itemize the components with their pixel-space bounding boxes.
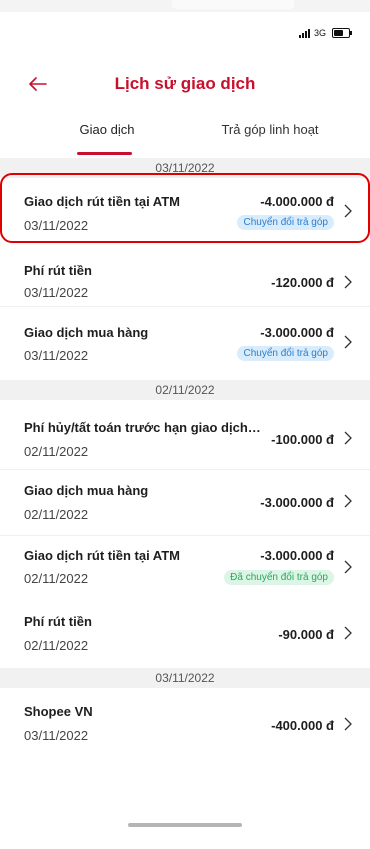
chevron-right-icon — [342, 203, 354, 219]
status-bar: 3G — [298, 27, 352, 39]
top-strip — [0, 0, 370, 12]
signal-icon — [298, 28, 310, 38]
transaction-amount: -3.000.000 đ — [260, 548, 334, 563]
transaction-amount: -90.000 đ — [278, 627, 334, 642]
transaction-title: Phí rút tiền — [24, 263, 92, 278]
transaction-date: 02/11/2022 — [24, 444, 89, 459]
installment-badge[interactable]: Chuyển đổi trả góp — [237, 346, 334, 361]
chevron-right-icon — [342, 625, 354, 641]
transaction-date: 03/11/2022 — [24, 285, 89, 300]
chevron-right-icon — [342, 716, 354, 732]
transaction-amount: -100.000 đ — [271, 432, 334, 447]
transaction-row[interactable]: Phí hủy/tất toán trước hạn giao dịch tr.… — [0, 400, 370, 470]
header: Lịch sử giao dịch — [0, 64, 370, 104]
transaction-date: 03/11/2022 — [24, 218, 89, 233]
tab-bar: Giao dịch Trả góp linh hoạt — [0, 112, 370, 159]
transaction-date: 02/11/2022 — [24, 638, 89, 653]
chevron-right-icon — [342, 334, 354, 350]
transaction-row[interactable]: Shopee VN 03/11/2022 -400.000 đ — [0, 688, 370, 756]
network-label: 3G — [313, 28, 326, 38]
transaction-row[interactable]: Giao dịch rút tiền tại ATM 03/11/2022 -4… — [0, 178, 370, 243]
active-tab-indicator — [77, 152, 132, 155]
chevron-right-icon — [342, 274, 354, 290]
transaction-title: Giao dịch mua hàng — [24, 483, 149, 498]
transaction-date: 02/11/2022 — [24, 571, 89, 586]
transaction-amount: -4.000.000 đ — [260, 194, 334, 209]
transaction-amount: -400.000 đ — [271, 718, 334, 733]
battery-icon — [332, 28, 352, 38]
transaction-date: 02/11/2022 — [24, 507, 89, 522]
chevron-right-icon — [342, 559, 354, 575]
transaction-row[interactable]: Phí rút tiền 03/11/2022 -120.000 đ — [0, 243, 370, 307]
transaction-date: 03/11/2022 — [24, 348, 89, 363]
transaction-date: 03/11/2022 — [24, 728, 89, 743]
installment-badge[interactable]: Chuyển đổi trả góp — [237, 215, 334, 230]
transaction-title: Phí rút tiền — [24, 614, 92, 629]
page-title: Lịch sử giao dịch — [114, 74, 256, 93]
transaction-amount: -120.000 đ — [271, 275, 334, 290]
transaction-title: Giao dịch mua hàng — [24, 325, 149, 340]
date-separator: 03/11/2022 — [0, 158, 370, 178]
transaction-amount: -3.000.000 đ — [260, 495, 334, 510]
chevron-right-icon — [342, 430, 354, 446]
transaction-row[interactable]: Giao dịch rút tiền tại ATM 02/11/2022 -3… — [0, 536, 370, 600]
converted-badge: Đã chuyển đổi trả góp — [224, 570, 334, 585]
chevron-right-icon — [342, 493, 354, 509]
date-separator: 03/11/2022 — [0, 668, 370, 688]
tab-flexible-installment[interactable]: Trả góp linh hoạt — [205, 122, 335, 158]
transaction-title: Shopee VN — [24, 704, 93, 719]
transaction-amount: -3.000.000 đ — [260, 325, 334, 340]
transaction-title: Phí hủy/tất toán trước hạn giao dịch tr.… — [24, 420, 264, 435]
transaction-title: Giao dịch rút tiền tại ATM — [24, 194, 180, 209]
transaction-row[interactable]: Giao dịch mua hàng 03/11/2022 -3.000.000… — [0, 307, 370, 380]
date-separator: 02/11/2022 — [0, 380, 370, 400]
notch — [172, 0, 294, 9]
transaction-row[interactable]: Giao dịch mua hàng 02/11/2022 -3.000.000… — [0, 470, 370, 536]
transaction-row[interactable]: Phí rút tiền 02/11/2022 -90.000 đ — [0, 600, 370, 668]
transaction-title: Giao dịch rút tiền tại ATM — [24, 548, 180, 563]
home-indicator — [128, 823, 242, 827]
